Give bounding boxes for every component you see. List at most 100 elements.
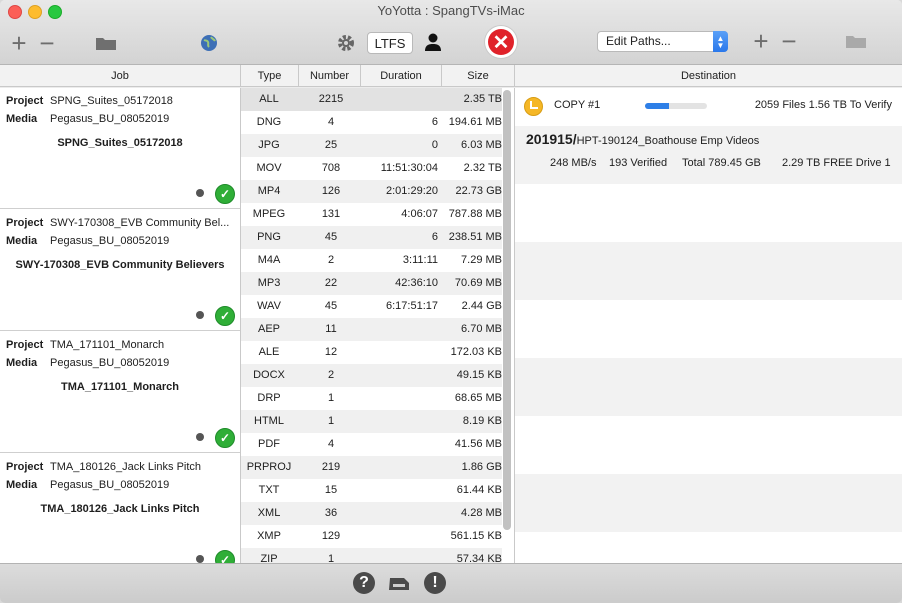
job-name: SWY-170308_EVB Community Believers [15, 259, 225, 271]
job-item[interactable]: Project TMA_171101_Monarch Media Pegasus_BU… [0, 332, 240, 453]
table-row[interactable]: AEP 11 6.70 MB [241, 318, 502, 341]
size-column-header[interactable]: Size [442, 65, 515, 87]
status-dot-icon [196, 311, 204, 319]
type-column-header[interactable]: Type [241, 65, 299, 87]
number-cell: 25 [324, 139, 338, 151]
help-icon[interactable]: ? [353, 572, 375, 594]
folder-icon[interactable] [95, 34, 117, 52]
ltfs-button[interactable]: LTFS [367, 32, 413, 54]
status-dot-icon [196, 433, 204, 441]
destination-column-header[interactable]: Destination [515, 65, 902, 87]
table-row[interactable]: XML 36 4.28 MB [241, 502, 502, 525]
number-cell: 131 [321, 208, 341, 220]
table-row[interactable]: MPEG 131 4:06:07 787.88 MB [241, 203, 502, 226]
tape-drive-icon[interactable] [387, 576, 411, 592]
type-cell: PDF [258, 438, 280, 450]
size-cell: 6.03 MB [461, 139, 502, 151]
table-row[interactable]: DRP 1 68.65 MB [241, 387, 502, 410]
job-media: Pegasus_BU_08052019 [50, 113, 170, 125]
table-row[interactable]: MOV 708 11:51:30:04 2.32 TB [241, 157, 502, 180]
table-row[interactable]: PRPROJ 219 1.86 GB [241, 456, 502, 479]
number-cell: 2 [327, 369, 335, 381]
checkmark-icon: ✓ [215, 306, 235, 326]
table-row[interactable]: TXT 15 61.44 KB [241, 479, 502, 502]
size-cell: 787.88 MB [448, 208, 502, 220]
destination-path: 201915/HPT-190124_Boathouse Emp Videos [526, 131, 759, 147]
table-row[interactable]: ZIP 1 57.34 KB [241, 548, 502, 563]
table-row[interactable]: PDF 4 41.56 MB [241, 433, 502, 456]
remove-job-button[interactable]: − [36, 30, 58, 56]
add-destination-button[interactable]: + [750, 28, 772, 54]
table-row[interactable]: DOCX 2 49.15 KB [241, 364, 502, 387]
duration-cell: 11:51:30:04 [380, 162, 438, 174]
job-list[interactable]: Project SPNG_Suites_05172018 Media Pegasus_… [0, 88, 241, 563]
duration-cell: 42:36:10 [395, 277, 438, 289]
type-cell: TXT [258, 484, 280, 496]
type-cell: MPEG [252, 208, 286, 220]
remove-destination-button[interactable]: − [778, 28, 800, 54]
type-table-scrollbar[interactable] [503, 90, 511, 530]
number-column-header[interactable]: Number [299, 65, 361, 87]
number-cell: 45 [324, 231, 338, 243]
type-cell: DRP [257, 392, 281, 404]
table-row[interactable]: MP3 22 42:36:10 70.69 MB [241, 272, 502, 295]
job-item[interactable]: Project SWY-170308_EVB Community Bel... Me… [0, 210, 240, 331]
size-cell: 49.15 KB [456, 369, 502, 381]
job-media-row: Media Pegasus_BU_08052019 [6, 479, 170, 491]
number-cell: 219 [321, 461, 341, 473]
checkmark-icon: ✓ [215, 428, 235, 448]
table-row[interactable]: ALL 2215 2.35 TB [241, 88, 502, 111]
edit-paths-select[interactable]: Edit Paths... ▲ ▼ [597, 31, 728, 52]
transfer-speed: 248 MB/s [550, 157, 597, 169]
clock-icon [524, 97, 543, 116]
type-cell: MP4 [257, 185, 281, 197]
table-row[interactable]: PNG 45 6 238.51 MB [241, 226, 502, 249]
number-cell: 4 [327, 116, 335, 128]
stop-icon[interactable]: ✕ [485, 26, 517, 58]
total-size: Total 789.45 GB [682, 157, 761, 169]
table-row[interactable]: M4A 2 3:11:11 7.29 MB [241, 249, 502, 272]
table-row[interactable]: HTML 1 8.19 KB [241, 410, 502, 433]
title-toolbar: YoYotta : SpangTVs-iMac + − LTFS ✕ Edit … [0, 0, 902, 65]
destination-path-bold: 201915/ [526, 131, 577, 147]
number-cell: 2215 [318, 93, 344, 105]
size-cell: 8.19 KB [462, 415, 502, 427]
job-item[interactable]: Project SPNG_Suites_05172018 Media Pegasus_… [0, 88, 240, 209]
duration-column-header[interactable]: Duration [361, 65, 442, 87]
table-row[interactable]: XMP 129 561.15 KB [241, 525, 502, 548]
destination-folder-icon[interactable] [845, 32, 867, 50]
alert-icon[interactable]: ! [424, 572, 446, 594]
checkmark-icon: ✓ [215, 184, 235, 204]
table-row[interactable]: JPG 25 0 6.03 MB [241, 134, 502, 157]
duration-cell: 6 [431, 116, 438, 128]
type-cell: PNG [257, 231, 281, 243]
job-project: SPNG_Suites_05172018 [50, 95, 173, 107]
user-icon[interactable] [422, 31, 444, 53]
type-cell: M4A [257, 254, 281, 266]
job-project: TMA_180126_Jack Links Pitch [50, 461, 202, 473]
type-cell: ALL [259, 93, 279, 105]
table-row[interactable]: ALE 12 172.03 KB [241, 341, 502, 364]
type-cell: ALE [258, 346, 280, 358]
job-project-row: Project SPNG_Suites_05172018 [6, 95, 173, 107]
number-cell: 1 [327, 415, 335, 427]
number-cell: 1 [327, 553, 335, 563]
type-cell: XMP [257, 530, 281, 542]
table-row[interactable]: WAV 45 6:17:51:17 2.44 GB [241, 295, 502, 318]
add-job-button[interactable]: + [8, 30, 30, 56]
job-column-header[interactable]: Job [0, 65, 241, 87]
number-cell: 126 [321, 185, 341, 197]
globe-icon[interactable] [199, 33, 219, 53]
size-cell: 41.56 MB [454, 438, 502, 450]
chevron-updown-icon: ▲ ▼ [713, 31, 728, 52]
table-row[interactable]: DNG 4 6 194.61 MB [241, 111, 502, 134]
type-cell: PRPROJ [246, 461, 292, 473]
gear-icon[interactable] [335, 32, 357, 54]
size-cell: 70.69 MB [454, 277, 502, 289]
table-row[interactable]: MP4 126 2:01:29:20 22.73 GB [241, 180, 502, 203]
type-cell: MP3 [257, 277, 281, 289]
number-cell: 129 [321, 530, 341, 542]
job-item[interactable]: Project TMA_180126_Jack Links Pitch Media P… [0, 454, 240, 563]
size-cell: 68.65 MB [454, 392, 502, 404]
type-cell: XML [257, 507, 281, 519]
